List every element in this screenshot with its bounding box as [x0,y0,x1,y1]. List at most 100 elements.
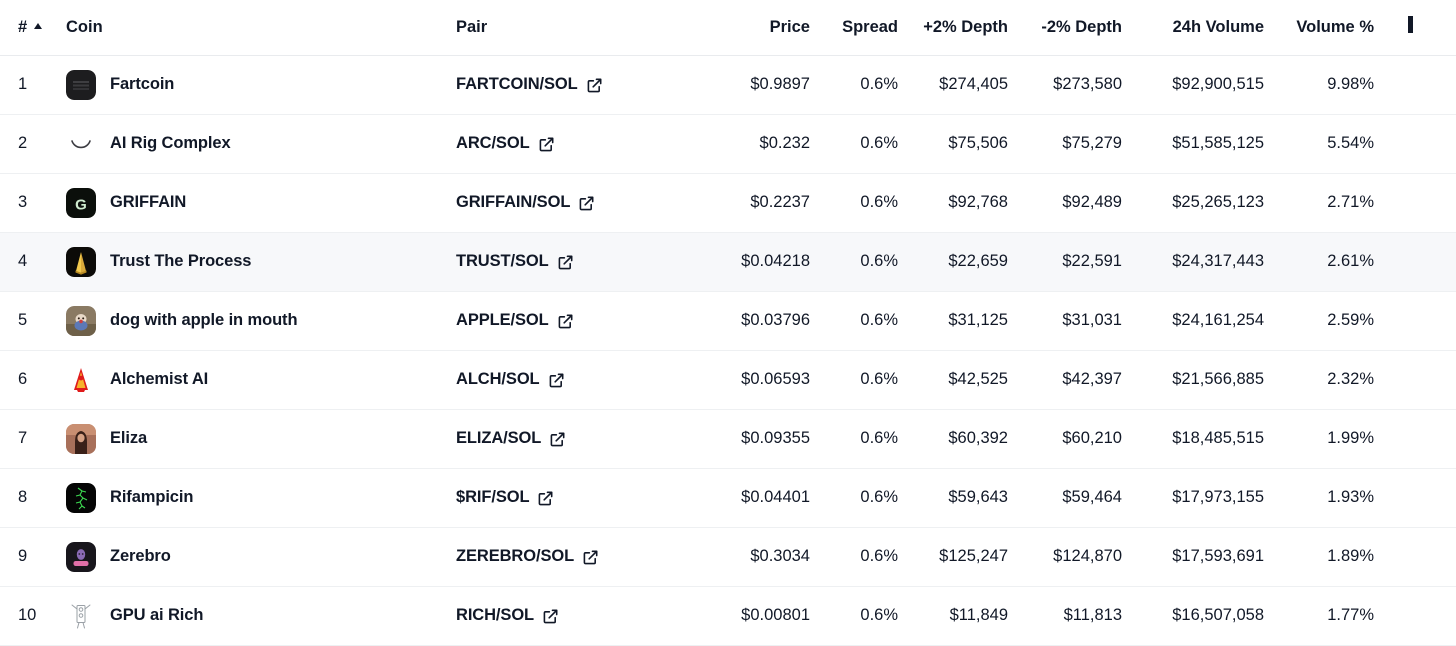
cell-coin[interactable]: Zerebro [48,527,448,586]
cell-pair[interactable]: ALCH/SOL [448,350,703,409]
external-link-icon[interactable] [558,314,573,329]
cell-pair[interactable]: ZEREBRO/SOL [448,527,703,586]
cell-spread: 0.6% [810,468,898,527]
ai-rig-complex-logo [66,129,96,159]
cell-coin[interactable]: Trust The Process [48,232,448,291]
coin-name: Zerebro [110,547,171,566]
table-row[interactable]: 4 Trust The Process TRUST/SOL $0.04218 0… [0,232,1456,291]
table-row[interactable]: 2 AI Rig Complex ARC/SOL $0.232 0.6% $75… [0,114,1456,173]
cell-depth-plus: $60,392 [898,409,1008,468]
cell-rank: 6 [0,350,48,409]
cell-spread: 0.6% [810,527,898,586]
external-link-icon[interactable] [583,550,598,565]
coin-name: Trust The Process [110,252,251,271]
cell-depth-plus: $22,659 [898,232,1008,291]
cell-coin[interactable]: G GRIFFAIN [48,173,448,232]
table-row[interactable]: 7 Eliza ELIZA/SOL $0.09355 0.6% $60,392 … [0,409,1456,468]
dog-with-apple-logo [66,306,96,336]
cell-coin[interactable]: Fartcoin [48,55,448,114]
external-link-icon[interactable] [579,196,594,211]
cell-pair[interactable]: APPLE/SOL [448,291,703,350]
cell-coin[interactable]: dog with apple in mouth [48,291,448,350]
cell-pair[interactable]: GRIFFAIN/SOL [448,173,703,232]
cell-spread: 0.6% [810,114,898,173]
zerebro-logo [66,542,96,572]
pair-label: RICH/SOL [456,606,534,625]
cell-depth-minus: $59,464 [1008,468,1122,527]
fartcoin-logo [66,70,96,100]
griffain-logo: G [66,188,96,218]
table-row[interactable]: 6 Alchemist AI ALCH/SOL $0.06593 0.6% $4… [0,350,1456,409]
table-row[interactable]: 8 Rifampicin $RIF/SOL $0.04401 0.6% $59,… [0,468,1456,527]
table-row[interactable]: 10 GPU ai Rich RICH/SOL $0.00801 0.6% $1… [0,586,1456,645]
column-header-coin[interactable]: Coin [48,0,448,55]
cell-rank: 3 [0,173,48,232]
alchemist-ai-logo [66,365,96,395]
cell-truncated [1374,55,1456,114]
cell-pair[interactable]: ELIZA/SOL [448,409,703,468]
cell-rank: 4 [0,232,48,291]
cell-rank: 8 [0,468,48,527]
rifampicin-logo [66,483,96,513]
column-header-price[interactable]: Price [703,0,810,55]
cell-volume-24h: $24,317,443 [1122,232,1264,291]
cell-volume-pct: 5.54% [1264,114,1374,173]
cell-volume-pct: 1.93% [1264,468,1374,527]
table-header: # Coin Pair Price Spread +2% Depth -2% D… [0,0,1456,55]
cell-truncated [1374,232,1456,291]
table-row[interactable]: 1 Fartcoin FARTCOIN/SOL $0.9897 0.6% $27… [0,55,1456,114]
cell-price: $0.06593 [703,350,810,409]
svg-text:G: G [75,196,87,213]
cell-rank: 10 [0,586,48,645]
column-header-volume-pct[interactable]: Volume % [1264,0,1374,55]
cell-depth-minus: $31,031 [1008,291,1122,350]
cell-spread: 0.6% [810,291,898,350]
trust-the-process-logo [66,247,96,277]
cell-volume-pct: 1.77% [1264,586,1374,645]
truncated-header-glyph [1408,16,1413,33]
column-header-volume-24h[interactable]: 24h Volume [1122,0,1264,55]
cell-depth-plus: $11,849 [898,586,1008,645]
external-link-icon[interactable] [539,137,554,152]
cell-volume-24h: $16,507,058 [1122,586,1264,645]
external-link-icon[interactable] [550,432,565,447]
external-link-icon[interactable] [549,373,564,388]
cell-depth-plus: $274,405 [898,55,1008,114]
cell-pair[interactable]: ARC/SOL [448,114,703,173]
external-link-icon[interactable] [587,78,602,93]
cell-volume-24h: $21,566,885 [1122,350,1264,409]
cell-truncated [1374,114,1456,173]
cell-depth-minus: $60,210 [1008,409,1122,468]
column-header-rank[interactable]: # [0,0,48,55]
cell-volume-24h: $24,161,254 [1122,291,1264,350]
external-link-icon[interactable] [538,491,553,506]
table-row[interactable]: 3 G GRIFFAIN GRIFFAIN/SOL $0.2237 0.6% $… [0,173,1456,232]
cell-price: $0.09355 [703,409,810,468]
external-link-icon[interactable] [543,609,558,624]
coin-name: Rifampicin [110,488,193,507]
caret-up-icon [34,23,42,29]
table-row[interactable]: 9 Zerebro ZEREBRO/SOL $0.3034 0.6% $125,… [0,527,1456,586]
pair-label: TRUST/SOL [456,252,549,271]
coin-name: GPU ai Rich [110,606,203,625]
column-header-spread[interactable]: Spread [810,0,898,55]
cell-coin[interactable]: Eliza [48,409,448,468]
table-row[interactable]: 5 dog with apple in mouth APPLE/SOL $0.0… [0,291,1456,350]
cell-coin[interactable]: Rifampicin [48,468,448,527]
pair-label: ALCH/SOL [456,370,540,389]
cell-coin[interactable]: Alchemist AI [48,350,448,409]
column-header-truncated[interactable] [1374,0,1456,55]
column-header-depth-minus[interactable]: -2% Depth [1008,0,1122,55]
cell-coin[interactable]: AI Rig Complex [48,114,448,173]
column-header-depth-plus[interactable]: +2% Depth [898,0,1008,55]
cell-pair[interactable]: $RIF/SOL [448,468,703,527]
external-link-icon[interactable] [558,255,573,270]
cell-coin[interactable]: GPU ai Rich [48,586,448,645]
cell-pair[interactable]: TRUST/SOL [448,232,703,291]
cell-price: $0.03796 [703,291,810,350]
cell-depth-minus: $124,870 [1008,527,1122,586]
column-header-pair[interactable]: Pair [448,0,703,55]
cell-pair[interactable]: RICH/SOL [448,586,703,645]
cell-pair[interactable]: FARTCOIN/SOL [448,55,703,114]
cell-depth-minus: $11,813 [1008,586,1122,645]
